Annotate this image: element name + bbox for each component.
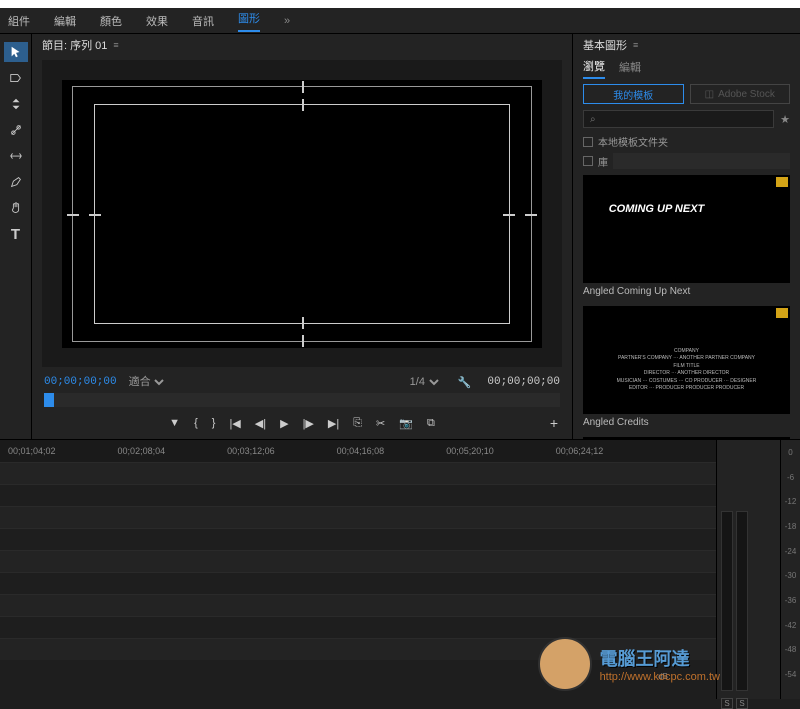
solo-button[interactable]: S [736,698,748,709]
menu-edit[interactable]: 編輯 [54,13,76,29]
menu-color[interactable]: 顏色 [100,13,122,29]
ripple-tool[interactable] [4,94,28,114]
pen-tool[interactable] [4,172,28,192]
local-templates-checkbox[interactable] [583,137,593,147]
add-button[interactable]: + [550,415,558,431]
title-safe-guide [94,104,510,324]
template-label: Angled Coming Up Next [583,283,790,300]
library-dropdown[interactable] [613,153,790,169]
track-select-tool[interactable] [4,68,28,88]
template-label: Angled Credits [583,414,790,431]
library-checkbox[interactable] [583,156,593,166]
add-marker-button[interactable]: ▼ [169,417,180,429]
timeline-panel[interactable]: 00;01;04;02 00;02;08;04 00;03;12;06 00;0… [0,440,716,699]
solo-button[interactable]: S [721,698,733,709]
library-label: 庫 [598,154,608,169]
menu-effects[interactable]: 效果 [146,13,168,29]
play-button[interactable]: ▶ [280,417,288,430]
tools-panel: T [0,34,32,439]
adobe-stock-tab[interactable]: ◫Adobe Stock [690,84,791,104]
duration-timecode[interactable]: 00;00;00;00 [487,376,560,388]
program-title-text: 節目: 序列 01 [42,37,107,53]
menu-audio[interactable]: 音訊 [192,13,214,29]
program-panel-title: 節目: 序列 01 ≡ [32,34,572,56]
template-badge-icon [776,308,788,318]
template-item[interactable]: IMAGE CAPTION HERE Angled Image Caption [583,437,790,439]
comparison-button[interactable]: ⧉ [427,417,435,430]
audio-meter-right: S [736,511,748,691]
selection-tool[interactable] [4,42,28,62]
time-label: 00;04;16;08 [337,446,385,456]
lift-button[interactable]: ⎘ [353,417,362,430]
settings-icon[interactable]: 🔧 [458,376,472,389]
razor-tool[interactable] [4,120,28,140]
fit-dropdown[interactable]: 適合 [125,375,167,389]
timeline-tracks[interactable] [0,462,716,660]
step-back-button[interactable]: ◀| [255,417,266,430]
graphics-title-text: 基本圖形 [583,37,627,53]
menu-bar: 組件 編輯 顏色 效果 音訊 圖形 » [0,8,800,34]
audio-track[interactable] [0,594,716,616]
transport-controls: ▼ { } |◀ ◀| ▶ |▶ ▶| ⎘ ✂ 📷 ⧉ + [32,407,572,439]
video-track[interactable] [0,462,716,484]
menu-components[interactable]: 組件 [8,13,30,29]
video-track[interactable] [0,484,716,506]
export-frame-button[interactable]: 📷 [399,417,413,430]
favorites-filter-icon[interactable]: ★ [780,113,790,126]
template-item[interactable]: COMING UP NEXT Angled Coming Up Next [583,175,790,300]
type-tool[interactable]: T [4,224,28,244]
mark-in-button[interactable]: { [194,417,198,429]
playhead-timecode[interactable]: 00;00;00;00 [44,376,117,388]
audio-track[interactable] [0,638,716,660]
program-monitor[interactable] [42,60,562,367]
graphics-panel-title: 基本圖形 ≡ [573,34,800,56]
menu-graphics[interactable]: 圖形 [238,10,260,32]
template-preview-text: COMPANYPARTNER'S COMPANY ··· ANOTHER PAR… [617,348,757,393]
audio-meter-left: S [721,511,733,691]
audio-track[interactable] [0,616,716,638]
time-label: 00;01;04;02 [8,446,56,456]
meter-scale: 0-6-12-18-24-30-36-42-48-54 [780,440,800,699]
time-label: 00;03;12;06 [227,446,275,456]
program-scrubber[interactable] [44,393,560,407]
time-ruler[interactable]: 00;01;04;02 00;02;08;04 00;03;12;06 00;0… [0,440,716,462]
graphics-panel-menu-icon[interactable]: ≡ [633,40,638,50]
step-forward-button[interactable]: |▶ [303,417,314,430]
time-label: 00;05;20;10 [446,446,494,456]
audio-track[interactable] [0,550,716,572]
edit-tab[interactable]: 編輯 [619,59,641,78]
template-preview-text: COMING UP NEXT [609,203,705,215]
template-badge-icon [776,177,788,187]
menu-overflow-icon[interactable]: » [284,15,290,27]
time-label: 00;02;08;04 [118,446,166,456]
my-templates-tab[interactable]: 我的模板 [583,84,684,104]
audio-meters: S S [716,440,780,699]
browse-tab[interactable]: 瀏覽 [583,58,605,79]
playhead-indicator[interactable] [44,393,54,407]
go-to-out-button[interactable]: ▶| [328,417,339,430]
template-item[interactable]: COMPANYPARTNER'S COMPANY ··· ANOTHER PAR… [583,306,790,431]
templates-list[interactable]: COMING UP NEXT Angled Coming Up Next COM… [573,171,800,439]
mark-out-button[interactable]: } [212,417,216,429]
video-track[interactable] [0,528,716,550]
template-search-input[interactable] [583,110,774,128]
db-label: dB [658,672,668,681]
hand-tool[interactable] [4,198,28,218]
time-label: 00;06;24;12 [556,446,604,456]
go-to-in-button[interactable]: |◀ [229,417,240,430]
local-templates-label: 本地模板文件夹 [598,134,668,149]
program-panel-menu-icon[interactable]: ≡ [113,40,118,50]
slip-tool[interactable] [4,146,28,166]
extract-button[interactable]: ✂ [376,417,385,430]
audio-track[interactable] [0,572,716,594]
zoom-dropdown[interactable]: 1/4 [406,375,442,389]
video-track[interactable] [0,506,716,528]
